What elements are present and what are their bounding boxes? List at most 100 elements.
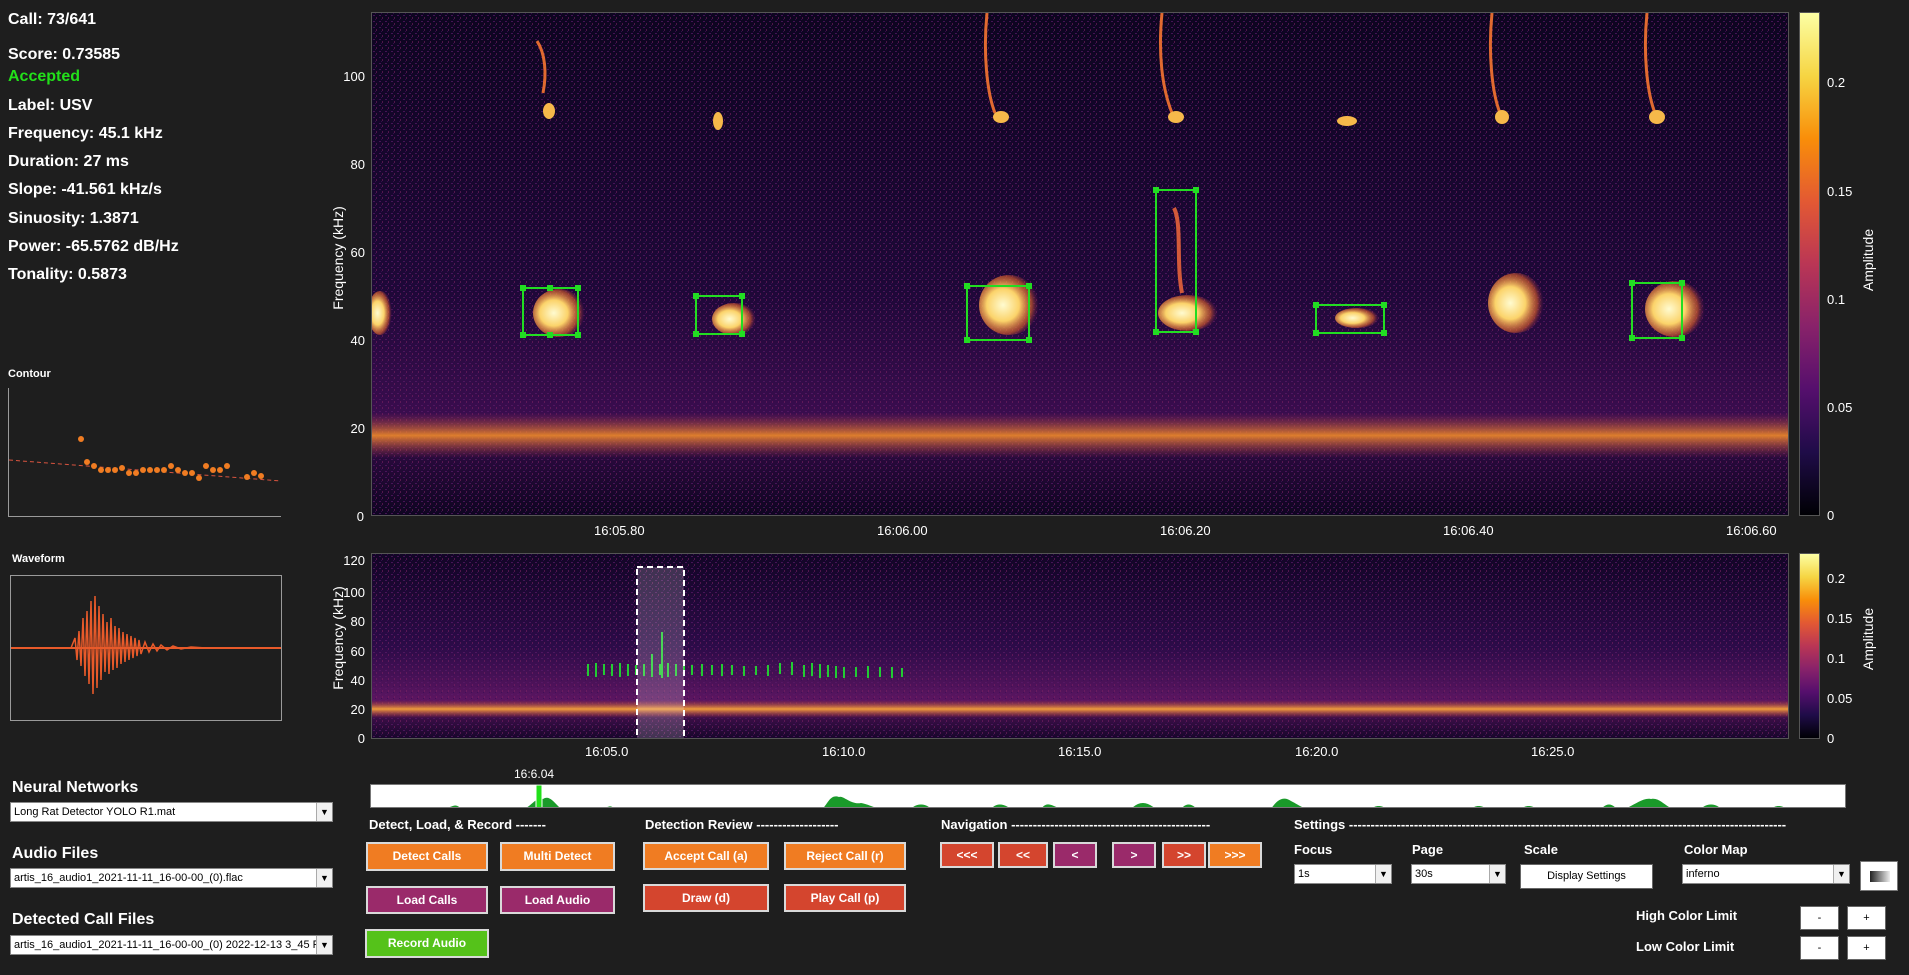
chevron-down-icon: ▼ bbox=[1375, 865, 1391, 883]
ov-cbar-label: Amplitude bbox=[1860, 607, 1876, 671]
nav-first-button[interactable]: <<< bbox=[940, 842, 994, 868]
audio-files-title: Audio Files bbox=[12, 845, 99, 862]
neural-networks-title: Neural Networks bbox=[12, 779, 139, 796]
neural-network-select[interactable]: Long Rat Detector YOLO R1.mat ▼ bbox=[10, 802, 333, 822]
high-limit-minus-button[interactable]: - bbox=[1800, 906, 1839, 930]
main-ytick-60: 60 bbox=[350, 245, 365, 260]
main-cbar-label: Amplitude bbox=[1860, 228, 1876, 292]
color-map-label: Color Map bbox=[1684, 842, 1748, 857]
contour-title: Contour bbox=[8, 368, 51, 380]
focus-select[interactable]: 1s ▼ bbox=[1294, 864, 1392, 884]
multi-detect-button[interactable]: Multi Detect bbox=[500, 842, 615, 871]
timeline-svg bbox=[449, 785, 1784, 807]
main-spectrogram[interactable] bbox=[371, 12, 1789, 516]
load-audio-button[interactable]: Load Audio bbox=[500, 886, 615, 914]
ov-cbar-tick-005: 0.05 bbox=[1827, 691, 1853, 706]
main-cbar-tick-0: 0 bbox=[1827, 508, 1835, 523]
timeline-marker-label: 16:6.04 bbox=[514, 767, 555, 781]
main-cbar-tick-005: 0.05 bbox=[1827, 400, 1853, 415]
ov-focus-window bbox=[636, 566, 685, 738]
record-audio-button[interactable]: Record Audio bbox=[365, 929, 489, 958]
contour-plot bbox=[8, 388, 281, 517]
main-ytick-0: 0 bbox=[356, 509, 364, 524]
low-color-limit-label: Low Color Limit bbox=[1636, 939, 1735, 954]
main-xtick-4: 16:06.60 bbox=[1726, 523, 1777, 538]
main-spec-ylabel-wrap: Frequency (kHz) bbox=[330, 160, 346, 360]
high-limit-plus-button[interactable]: + bbox=[1847, 906, 1886, 930]
ov-colorbar bbox=[1799, 553, 1820, 739]
low-limit-minus-button[interactable]: - bbox=[1800, 936, 1839, 960]
call-index: Call: 73/641 bbox=[8, 11, 97, 28]
sinuosity-text: Sinuosity: 1.3871 bbox=[8, 210, 139, 227]
main-xtick-3: 16:06.40 bbox=[1443, 523, 1494, 538]
ov-noise-band bbox=[372, 700, 1788, 718]
gradient-swatch-icon bbox=[1870, 871, 1890, 882]
ov-cbar-label-wrap: Amplitude bbox=[1860, 566, 1876, 716]
chevron-down-icon: ▼ bbox=[316, 869, 332, 887]
main-xtick-2: 16:06.20 bbox=[1160, 523, 1211, 538]
detection-density bbox=[449, 796, 1784, 807]
draw-button[interactable]: Draw (d) bbox=[643, 884, 769, 912]
high-color-limit-label: High Color Limit bbox=[1636, 908, 1738, 923]
ov-cbar-tick-015: 0.15 bbox=[1827, 611, 1853, 626]
play-call-button[interactable]: Play Call (p) bbox=[784, 884, 906, 912]
main-cbar-tick-02: 0.2 bbox=[1827, 75, 1846, 90]
main-cbar-label-wrap: Amplitude bbox=[1860, 160, 1876, 360]
ov-ytick-80: 80 bbox=[350, 614, 365, 629]
nav-prev-page-button[interactable]: << bbox=[998, 842, 1048, 868]
audio-file-select[interactable]: artis_16_audio1_2021-11-11_16-00-00_(0).… bbox=[10, 868, 333, 888]
timeline-track[interactable] bbox=[370, 784, 1846, 808]
colormap-preview-button[interactable] bbox=[1860, 861, 1898, 891]
main-xtick-0: 16:05.80 bbox=[594, 523, 645, 538]
accept-call-button[interactable]: Accept Call (a) bbox=[643, 842, 769, 870]
contour-svg bbox=[9, 436, 281, 482]
display-settings-button[interactable]: Display Settings bbox=[1520, 864, 1653, 889]
ov-ytick-60: 60 bbox=[350, 644, 365, 659]
ov-cbar-tick-02: 0.2 bbox=[1827, 571, 1846, 586]
main-ytick-20: 20 bbox=[350, 421, 365, 436]
chevron-down-icon: ▼ bbox=[1489, 865, 1505, 883]
frequency-text: Frequency: 45.1 kHz bbox=[8, 125, 163, 142]
main-ytick-40: 40 bbox=[350, 333, 365, 348]
color-map-select[interactable]: inferno ▼ bbox=[1682, 864, 1850, 884]
focus-label: Focus bbox=[1294, 842, 1333, 857]
main-spec-svg bbox=[372, 13, 1788, 515]
waveform-plot bbox=[10, 575, 282, 721]
low-limit-plus-button[interactable]: + bbox=[1847, 936, 1886, 960]
power-text: Power: -65.5762 dB/Hz bbox=[8, 238, 179, 255]
detected-call-files-title: Detected Call Files bbox=[12, 911, 155, 928]
main-ytick-80: 80 bbox=[350, 157, 365, 172]
main-xtick-1: 16:06.00 bbox=[877, 523, 928, 538]
main-cbar-tick-01: 0.1 bbox=[1827, 292, 1846, 307]
reject-call-button[interactable]: Reject Call (r) bbox=[784, 842, 906, 870]
ov-xtick-3: 16:20.0 bbox=[1295, 744, 1339, 759]
detected-file-select[interactable]: artis_16_audio1_2021-11-11_16-00-00_(0) … bbox=[10, 935, 333, 955]
detection-review-header: Detection Review ------------------- bbox=[645, 817, 839, 832]
ov-xtick-4: 16:25.0 bbox=[1531, 744, 1575, 759]
nav-last-button[interactable]: >>> bbox=[1208, 842, 1262, 868]
waveform-trace bbox=[70, 595, 207, 695]
main-colorbar bbox=[1799, 12, 1820, 516]
nav-next-page-button[interactable]: >> bbox=[1162, 842, 1206, 868]
tonality-text: Tonality: 0.5873 bbox=[8, 266, 127, 283]
neural-network-value: Long Rat Detector YOLO R1.mat bbox=[14, 806, 176, 818]
ov-ytick-100: 100 bbox=[343, 585, 365, 600]
nav-prev-button[interactable]: < bbox=[1053, 842, 1097, 868]
main-cbar-tick-015: 0.15 bbox=[1827, 184, 1853, 199]
ov-spec-svg bbox=[372, 554, 1788, 738]
page-select[interactable]: 30s ▼ bbox=[1411, 864, 1506, 884]
timeline-cursor bbox=[535, 785, 543, 807]
overview-spectrogram[interactable] bbox=[371, 553, 1789, 739]
detect-load-record-header: Detect, Load, & Record ------- bbox=[369, 817, 546, 832]
load-calls-button[interactable]: Load Calls bbox=[366, 886, 488, 914]
ov-spec-ylabel-wrap: Frequency (kHz) bbox=[330, 560, 346, 720]
ov-ytick-20: 20 bbox=[350, 702, 365, 717]
ov-xtick-1: 16:10.0 bbox=[822, 744, 866, 759]
main-ytick-100: 100 bbox=[343, 69, 365, 84]
detect-calls-button[interactable]: Detect Calls bbox=[366, 842, 488, 871]
detected-file-value: artis_16_audio1_2021-11-11_16-00-00_(0) … bbox=[14, 939, 328, 951]
nav-next-button[interactable]: > bbox=[1112, 842, 1156, 868]
color-map-value: inferno bbox=[1686, 868, 1720, 880]
page-value: 30s bbox=[1415, 868, 1433, 880]
ov-ytick-120: 120 bbox=[343, 553, 365, 568]
